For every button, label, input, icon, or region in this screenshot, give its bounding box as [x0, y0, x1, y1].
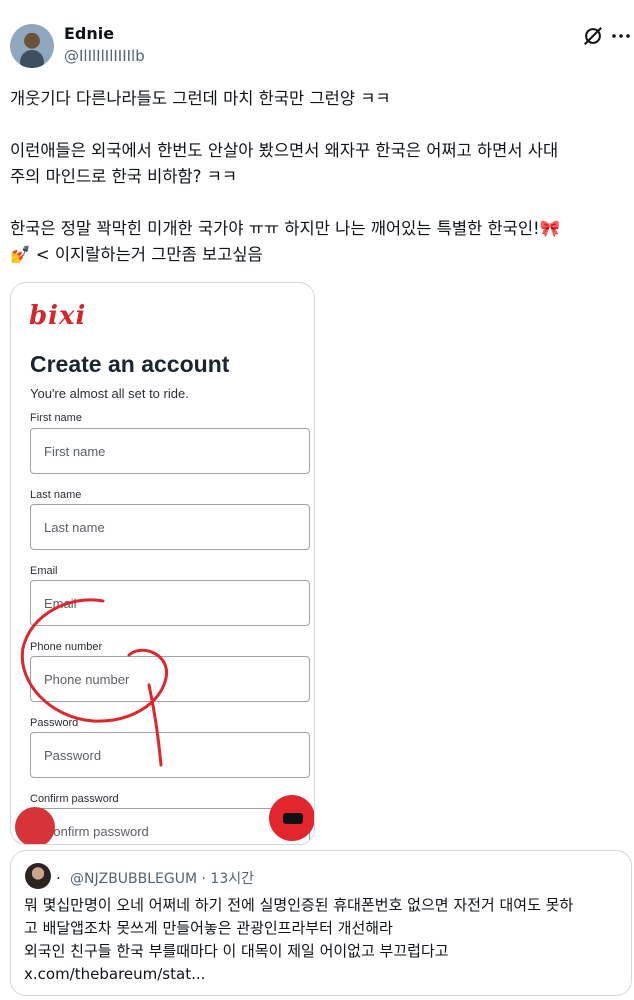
last-name-field[interactable]	[30, 504, 310, 550]
password-label: Password	[30, 717, 79, 729]
bixi-logo: bixi	[29, 301, 87, 331]
quoted-handle-time: @NJZBUBBLEGUM · 13시간	[70, 871, 254, 887]
author-name[interactable]: Ednie	[64, 24, 114, 43]
quoted-tweet[interactable]: . @NJZBUBBLEGUM · 13시간 뭐 몇십만명이 오네 어쩌네 하기…	[10, 850, 632, 996]
tweet-header: Ednie @IlIlIlIlIIIIlb	[0, 0, 634, 80]
password-field[interactable]	[30, 732, 310, 778]
attached-screenshot[interactable]: bixi Create an account You're almost all…	[10, 282, 315, 845]
more-icon[interactable]	[611, 26, 631, 46]
form-subtitle: You're almost all set to ride.	[30, 386, 189, 401]
tweet-paragraph-1: 개웃기다 다른나라들도 그런데 마치 한국만 그런양 ㅋㅋ	[10, 89, 391, 108]
first-name-field[interactable]	[30, 428, 310, 474]
phone-number-label: Phone number	[30, 641, 103, 653]
cookie-icon[interactable]	[15, 807, 55, 844]
quoted-text: 뭐 몇십만명이 오네 어쩌네 하기 전에 실명인증된 휴대폰번호 없으면 자전거…	[24, 896, 574, 983]
quoted-author-avatar	[25, 863, 51, 889]
confirm-password-label: Confirm password	[30, 793, 119, 805]
author-avatar[interactable]	[10, 24, 54, 68]
chat-icon[interactable]	[269, 795, 314, 841]
tweet-paragraph-3: 한국은 정말 꽉막힌 미개한 국가야 ㅠㅠ 하지만 나는 깨어있는 특별한 한국…	[10, 219, 561, 264]
author-handle[interactable]: @IlIlIlIlIIIIlb	[64, 47, 145, 65]
first-name-label: First name	[30, 412, 82, 424]
last-name-label: Last name	[30, 489, 82, 501]
grok-icon[interactable]	[582, 25, 604, 47]
quoted-author-name: .	[56, 865, 61, 883]
phone-number-field[interactable]	[30, 656, 310, 702]
tweet-paragraph-2: 이런애들은 외국에서 한번도 안살아 봤으면서 왜자꾸 한국은 어쩌고 하면서 …	[10, 141, 559, 186]
email-label: Email	[30, 565, 58, 577]
email-field[interactable]	[30, 580, 310, 626]
tweet-text: 개웃기다 다른나라들도 그런데 마치 한국만 그런양 ㅋㅋ 이런애들은 외국에서…	[10, 86, 628, 268]
form-title: Create an account	[30, 351, 230, 377]
confirm-password-field[interactable]	[30, 808, 310, 844]
